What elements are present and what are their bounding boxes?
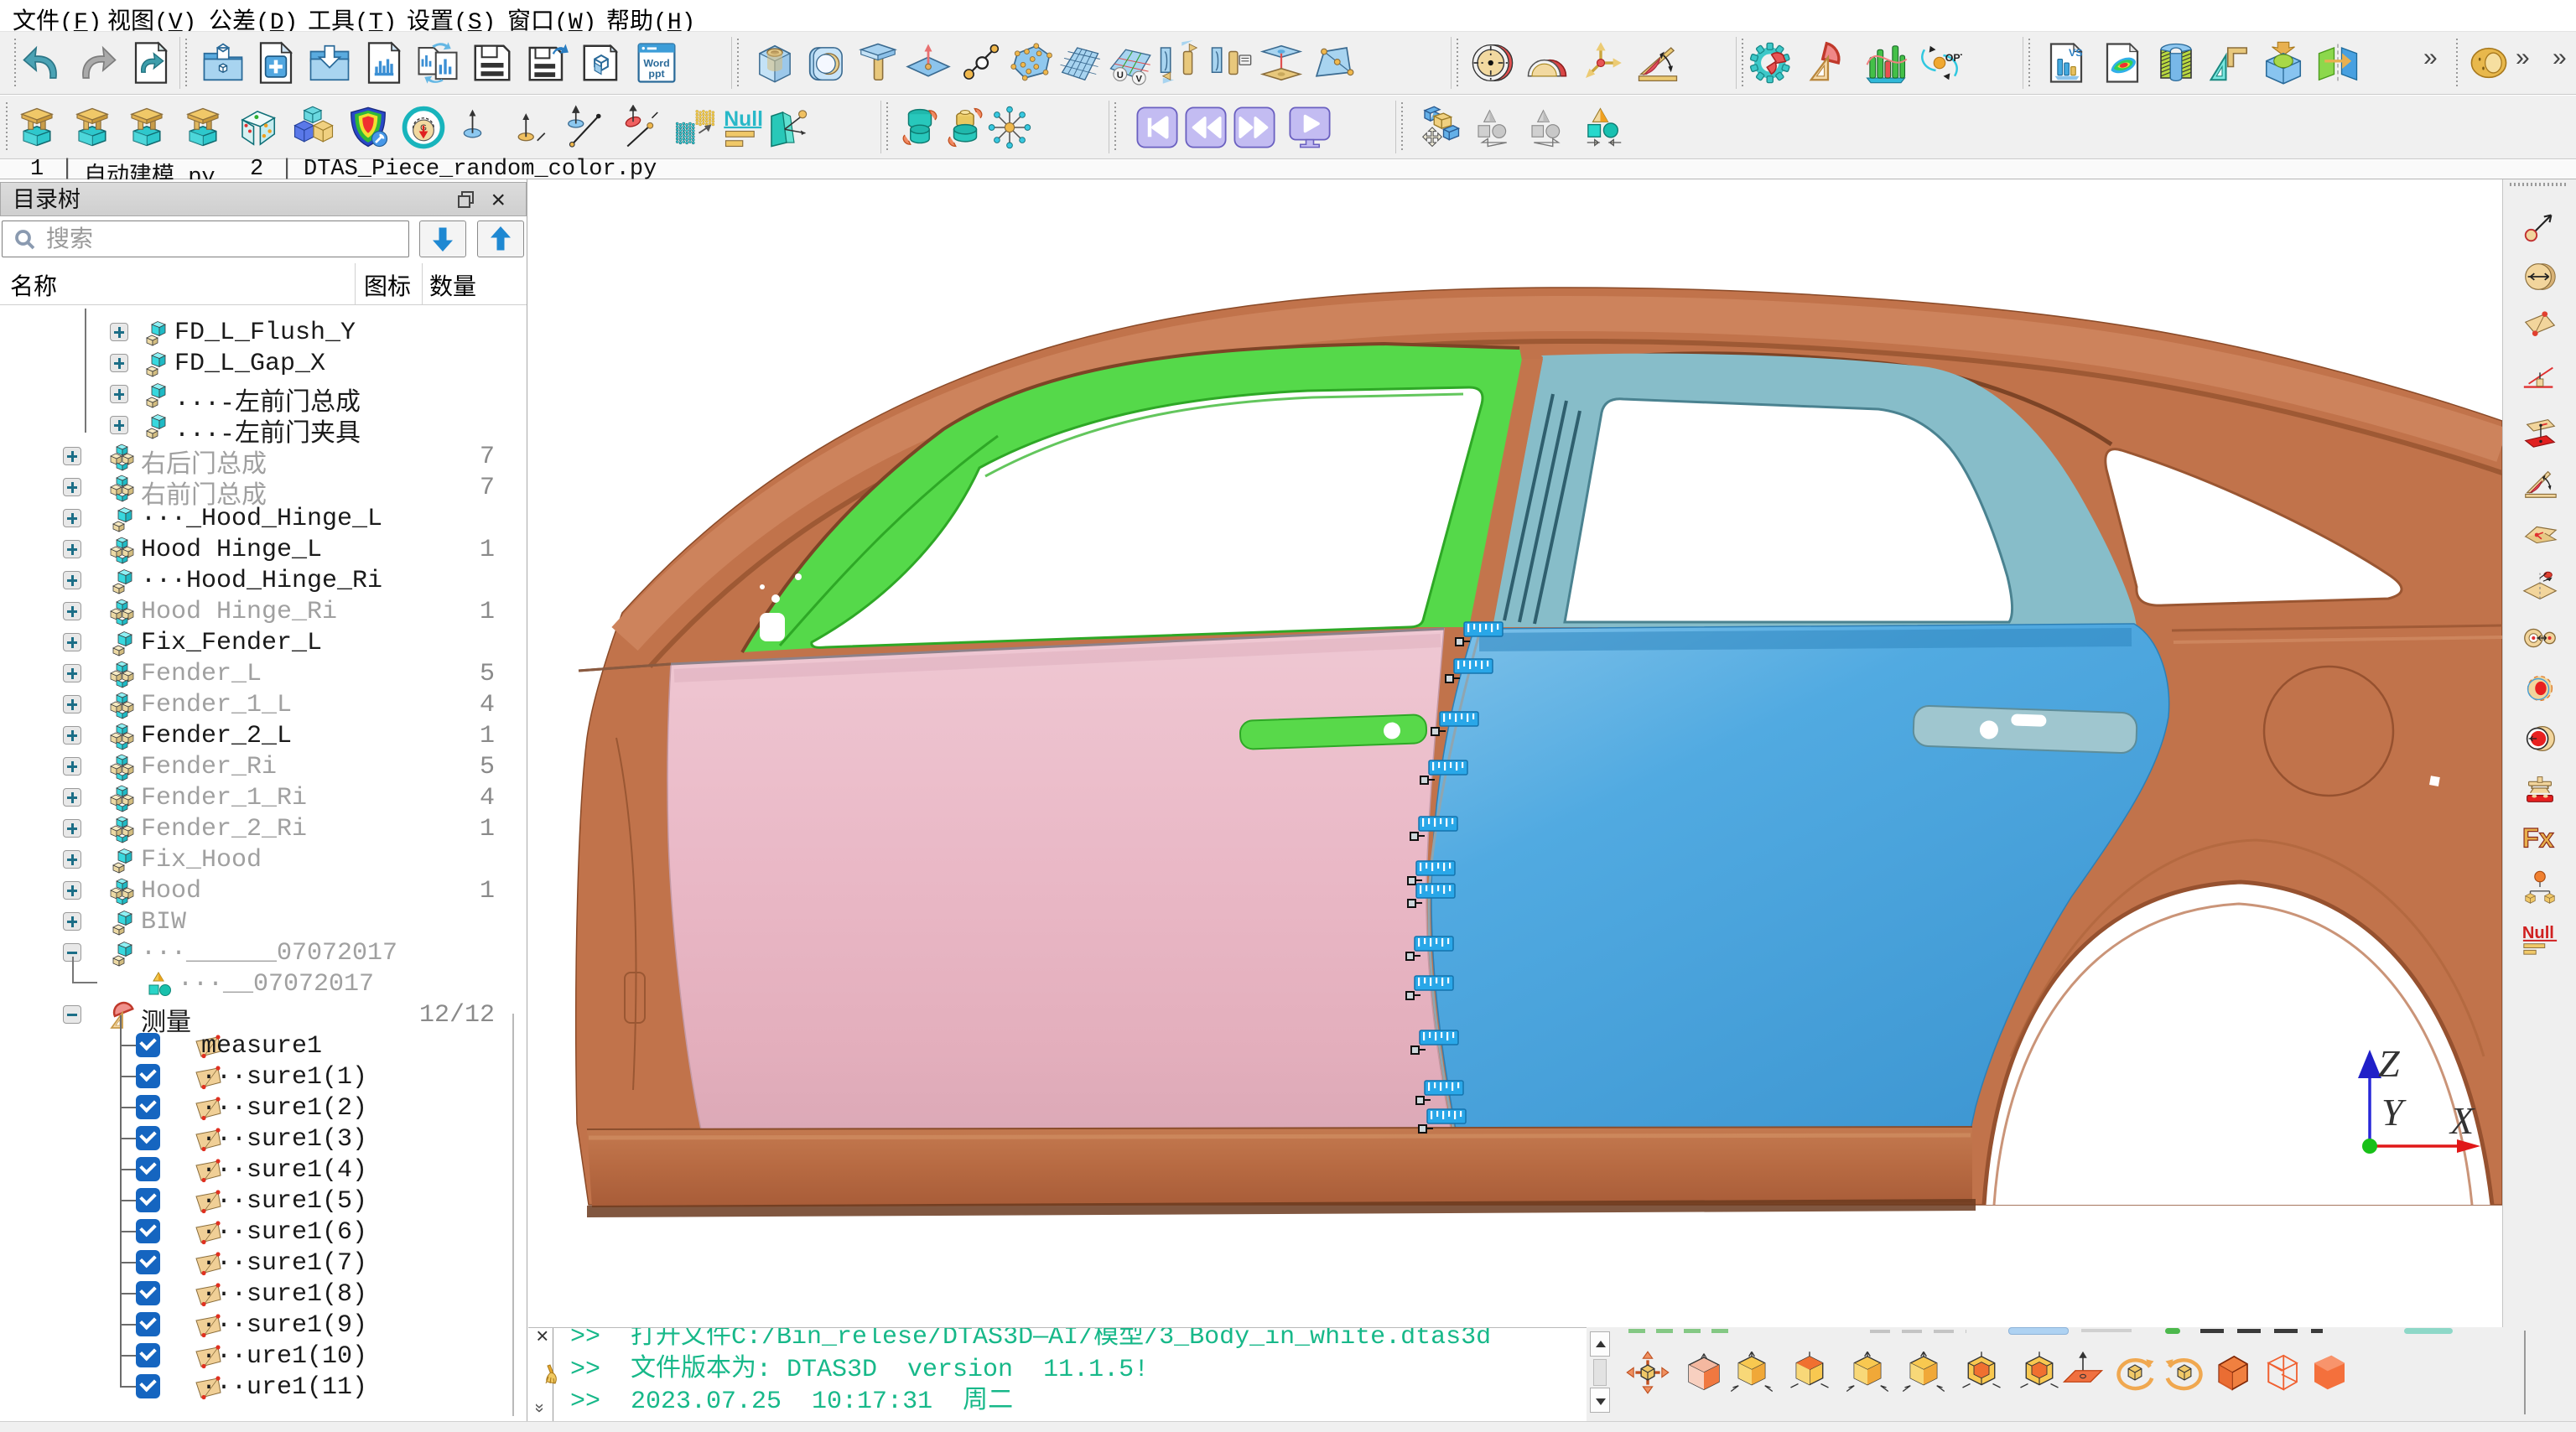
svg-text:X: X xyxy=(2449,1099,2475,1142)
svg-text:Y: Y xyxy=(2381,1091,2407,1134)
svg-text:Z: Z xyxy=(2378,1042,2400,1085)
